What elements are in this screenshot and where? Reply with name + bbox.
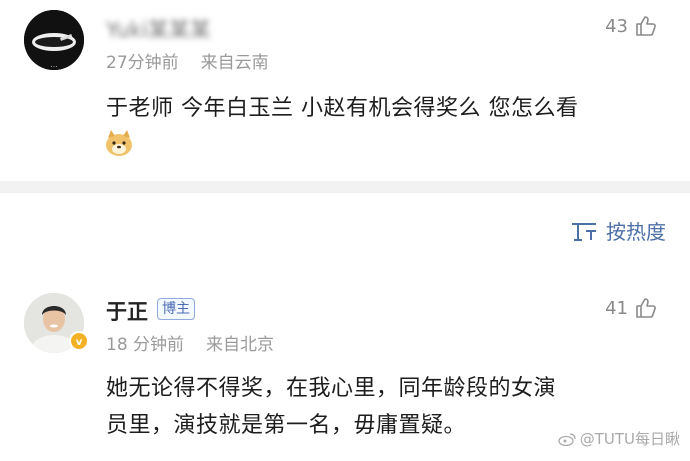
comment-text: 于老师 今年白玉兰 小赵有机会得奖么 您怎么看 bbox=[106, 96, 579, 121]
watermark: @TUTU每日瞅 bbox=[558, 428, 680, 449]
like-button[interactable]: 41 bbox=[605, 296, 658, 320]
author-name[interactable]: 于正 bbox=[106, 296, 148, 326]
verified-badge-icon: v bbox=[69, 331, 89, 351]
thumbs-up-icon bbox=[636, 16, 656, 36]
avatar-image: ... bbox=[24, 10, 84, 70]
comment-text-line: 她无论得不得奖，在我心里，同年龄段的女演 bbox=[106, 376, 557, 401]
timestamp: 18 分钟前 bbox=[106, 335, 185, 355]
avatar[interactable]: ... bbox=[24, 10, 84, 70]
sort-icon bbox=[572, 222, 596, 241]
svg-text:v: v bbox=[76, 337, 83, 348]
sort-by-hot-button[interactable]: 按热度 bbox=[570, 216, 666, 245]
comment-text: 她无论得不得奖，在我心里，同年龄段的女演 员里，演技就是第一名，毋庸置疑。 bbox=[106, 370, 556, 444]
svg-text:...: ... bbox=[50, 60, 58, 69]
comment-meta: 18 分钟前 来自北京 bbox=[106, 330, 274, 355]
like-count: 43 bbox=[605, 15, 628, 37]
comment-1: ... Yuki某某某 27分钟前 来自云南 43 于老师 今年白玉兰 小赵有机会… bbox=[0, 0, 690, 181]
watermark-text: @TUTU每日瞅 bbox=[579, 430, 680, 448]
location: 来自北京 bbox=[206, 335, 275, 355]
comment-thread: ... Yuki某某某 27分钟前 来自云南 43 于老师 今年白玉兰 小赵有机会… bbox=[0, 0, 690, 461]
weibo-logo-icon bbox=[558, 432, 576, 446]
comment-text-line: 员里，演技就是第一名，毋庸置疑。 bbox=[106, 413, 467, 438]
like-button[interactable]: 43 bbox=[605, 14, 658, 38]
comment-meta: 27分钟前 来自云南 bbox=[106, 48, 269, 73]
thumbs-up-icon bbox=[636, 298, 656, 318]
timestamp: 27分钟前 bbox=[106, 53, 179, 73]
sort-label: 按热度 bbox=[606, 220, 666, 244]
like-count: 41 bbox=[605, 297, 628, 319]
author-name[interactable]: Yuki某某某 bbox=[106, 14, 211, 44]
author-badge: 博主 bbox=[157, 298, 195, 320]
section-divider bbox=[0, 181, 690, 193]
doge-emoji bbox=[104, 128, 134, 162]
location: 来自云南 bbox=[200, 53, 269, 73]
